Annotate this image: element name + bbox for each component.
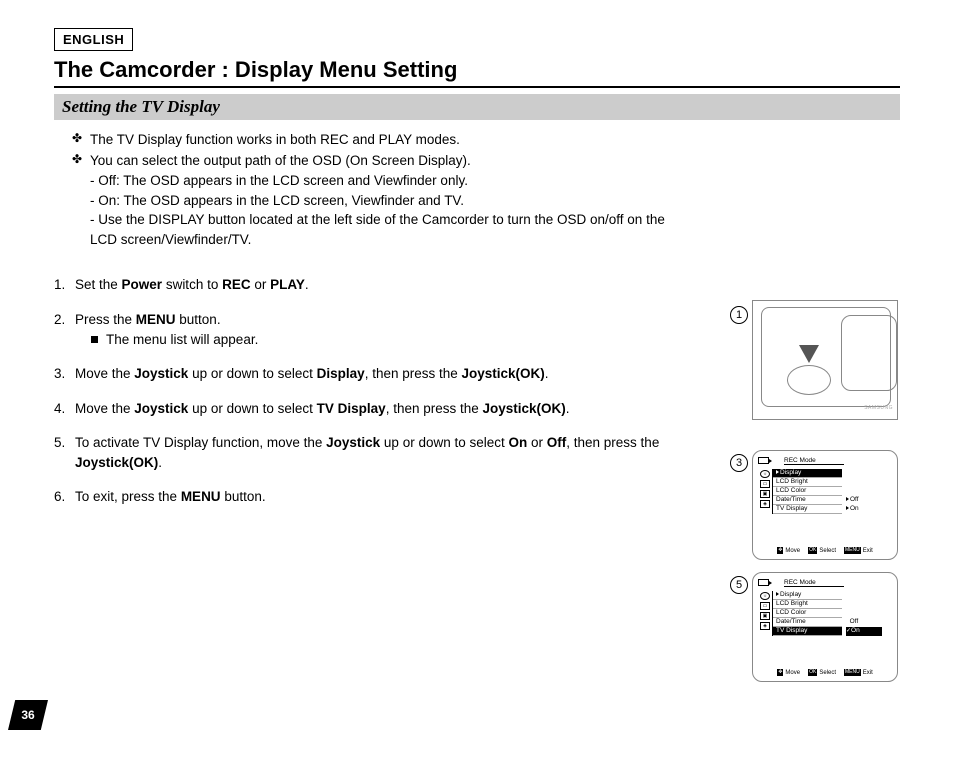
step-5: To activate TV Display function, move th… [69, 433, 694, 472]
figure-osd-3: 3 REC Mode ☼ ▭ ▣ ◈ Display LCD Bright LC… [752, 450, 898, 560]
language-label: ENGLISH [54, 28, 133, 51]
osd-item-display: Display [773, 591, 842, 600]
osd-category-icons: ☼ ▭ ▣ ◈ [758, 469, 772, 514]
step-badge-3: 3 [730, 454, 748, 472]
osd-mode-label: REC Mode [784, 457, 844, 465]
menu-icon: MENU [844, 547, 861, 554]
osd-screen: REC Mode ☼ ▭ ▣ ◈ Display LCD Bright LCD … [752, 450, 898, 560]
tape-icon: ▭ [760, 480, 770, 488]
square-bullet-icon [91, 336, 98, 343]
osd-opt-on: On [846, 505, 882, 514]
osd-menu-list: Display LCD Bright LCD Color Date/Time T… [772, 469, 842, 514]
camera-mode-icon [758, 457, 769, 464]
display-icon: ◈ [760, 622, 770, 630]
osd-category-icons: ☼ ▭ ▣ ◈ [758, 591, 772, 636]
step-1: Set the Power switch to REC or PLAY. [69, 275, 694, 295]
osd-footer: Move OKSelect MENUExit [753, 547, 897, 554]
gear-icon: ☼ [760, 592, 770, 600]
bullet-icon: ✤ [72, 151, 90, 168]
osd-options: Off ✓On [842, 591, 882, 636]
osd-item-lcd-color: LCD Color [773, 487, 842, 496]
camcorder-illustration: SAMSUNG [752, 300, 898, 420]
steps-list: Set the Power switch to REC or PLAY. Pre… [54, 275, 694, 507]
osd-screen: REC Mode ☼ ▭ ▣ ◈ Display LCD Bright LCD … [752, 572, 898, 682]
bullet-sub: - Off: The OSD appears in the LCD screen… [72, 171, 694, 191]
figure-osd-5: 5 REC Mode ☼ ▭ ▣ ◈ Display LCD Bright LC… [752, 572, 898, 682]
osd-item-tv-display: TV Display [773, 505, 842, 514]
step-2: Press the MENU button. The menu list wil… [69, 310, 694, 349]
down-arrow-icon [799, 345, 819, 363]
ok-icon: OK [808, 547, 817, 554]
content-body: ✤The TV Display function works in both R… [54, 130, 694, 507]
step-badge-1: 1 [730, 306, 748, 324]
osd-footer: Move OKSelect MENUExit [753, 669, 897, 676]
osd-item-lcd-bright: LCD Bright [773, 600, 842, 609]
step-4: Move the Joystick up or down to select T… [69, 399, 694, 419]
osd-item-lcd-color: LCD Color [773, 609, 842, 618]
osd-opt-on: ✓On [846, 627, 882, 636]
tape-icon: ▭ [760, 602, 770, 610]
camera-icon: ▣ [760, 612, 770, 620]
osd-opt-off: Off [846, 618, 882, 627]
step-6: To exit, press the MENU button. [69, 487, 694, 507]
osd-mode-label: REC Mode [784, 579, 844, 587]
bullet-sub: - On: The OSD appears in the LCD screen,… [72, 191, 694, 211]
bullet-text: The TV Display function works in both RE… [90, 130, 460, 150]
osd-opt-off: Off [846, 496, 882, 505]
bullet-text: You can select the output path of the OS… [90, 151, 471, 171]
bullet-sub: - Use the DISPLAY button located at the … [72, 210, 694, 249]
step-3: Move the Joystick up or down to select D… [69, 364, 694, 384]
bullet-icon: ✤ [72, 130, 90, 147]
osd-options: Off On [842, 469, 882, 514]
figure-camcorder: 1 SAMSUNG [752, 300, 898, 420]
brand-label: SAMSUNG [864, 405, 893, 411]
osd-item-lcd-bright: LCD Bright [773, 478, 842, 487]
osd-item-date-time: Date/Time [773, 618, 842, 627]
page-title: The Camcorder : Display Menu Setting [54, 57, 900, 88]
osd-item-tv-display: TV Display [773, 627, 842, 636]
move-icon [777, 669, 783, 676]
page-number-badge: 36 [8, 700, 48, 730]
osd-menu-list: Display LCD Bright LCD Color Date/Time T… [772, 591, 842, 636]
osd-item-date-time: Date/Time [773, 496, 842, 505]
step-badge-5: 5 [730, 576, 748, 594]
display-icon: ◈ [760, 500, 770, 508]
menu-icon: MENU [844, 669, 861, 676]
camera-icon: ▣ [760, 490, 770, 498]
gear-icon: ☼ [760, 470, 770, 478]
osd-item-display: Display [773, 469, 842, 478]
ok-icon: OK [808, 669, 817, 676]
move-icon [777, 547, 783, 554]
camera-mode-icon [758, 579, 769, 586]
section-subtitle: Setting the TV Display [54, 94, 900, 120]
